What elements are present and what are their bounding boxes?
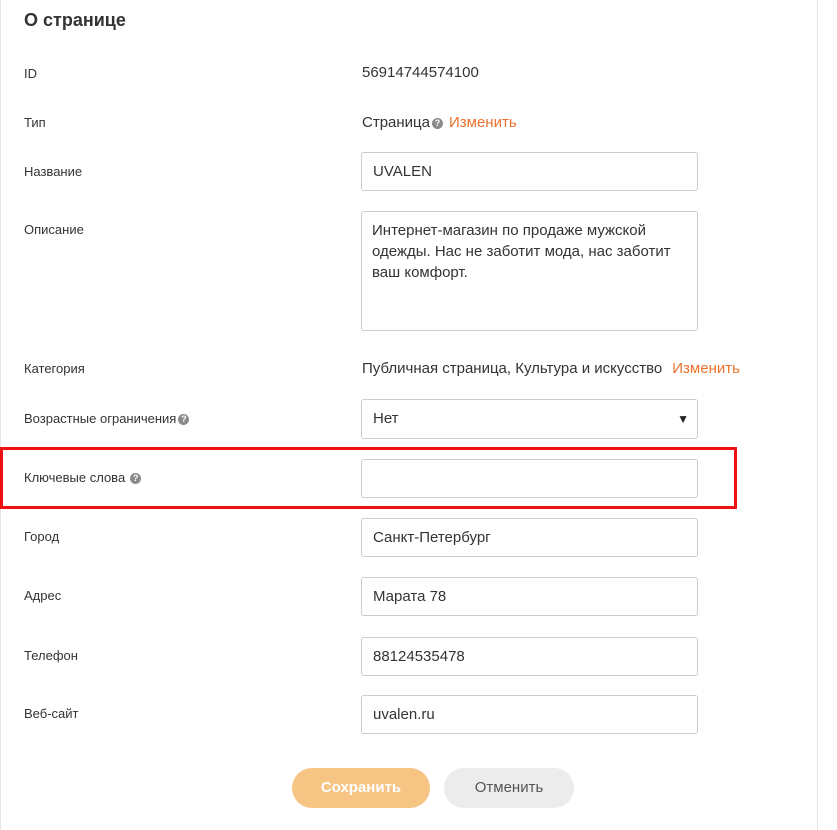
age-restrictions-value: Нет <box>373 410 399 427</box>
type-value: Страница <box>362 114 430 131</box>
city-field[interactable]: Санкт-Петербург <box>361 518 698 557</box>
id-value: 56914744574100 <box>362 64 479 81</box>
description-textarea[interactable]: Интернет-магазин по продаже мужской одеж… <box>361 211 698 331</box>
phone-label: Телефон <box>24 648 78 663</box>
website-label: Веб-сайт <box>24 706 79 721</box>
name-label: Название <box>24 164 83 179</box>
triangle-down-icon: ▼ <box>677 412 689 426</box>
cancel-button[interactable]: Отменить <box>444 768 574 808</box>
description-label: Описание <box>24 222 84 237</box>
keywords-label: Ключевые слова <box>24 470 126 485</box>
category-row: Публичная страница, Культура и искусство… <box>362 360 740 377</box>
address-label: Адрес <box>24 588 62 603</box>
category-change-link[interactable]: Изменить <box>672 360 740 377</box>
age-restrictions-select[interactable]: Нет ▼ <box>361 399 698 439</box>
help-icon[interactable]: ? <box>130 473 142 485</box>
age-restrictions-label: Возрастные ограничения <box>24 411 177 426</box>
phone-field[interactable]: 88124535478 <box>361 637 698 676</box>
keywords-label-row: Ключевые слова? <box>24 470 142 485</box>
category-value: Публичная страница, Культура и искусство <box>362 360 663 377</box>
address-field[interactable]: Марата 78 <box>361 577 698 616</box>
help-icon[interactable]: ? <box>178 414 190 426</box>
type-row: Страница? Изменить <box>362 114 517 131</box>
age-restrictions-label-row: Возрастные ограничения? <box>24 411 190 426</box>
website-field[interactable]: uvalen.ru <box>361 695 698 734</box>
type-change-link[interactable]: Изменить <box>449 114 517 131</box>
city-label: Город <box>24 529 60 544</box>
id-label: ID <box>24 66 37 81</box>
category-label: Категория <box>24 361 85 376</box>
name-field[interactable]: UVALEN <box>361 152 698 191</box>
save-button[interactable]: Сохранить <box>292 768 430 808</box>
type-label: Тип <box>24 115 46 130</box>
section-title: О странице <box>24 10 126 30</box>
keywords-field[interactable] <box>361 459 698 498</box>
help-icon[interactable]: ? <box>431 117 443 129</box>
